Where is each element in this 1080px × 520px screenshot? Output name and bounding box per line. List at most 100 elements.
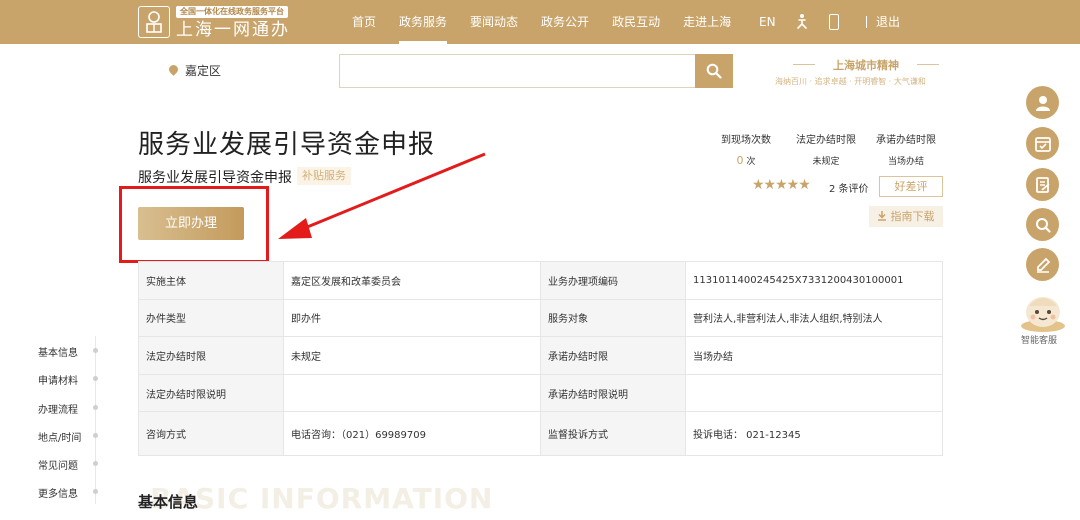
assistant-label[interactable]: 智能客服 (1021, 333, 1057, 346)
magnifier-icon (1035, 217, 1051, 233)
table-row: 实施主体 嘉定区发展和改革委员会 业务办理项编码 11310114002454​… (138, 261, 943, 300)
nav-home[interactable]: 首页 (352, 0, 376, 44)
location-pin-icon (167, 63, 180, 76)
table-key: 服务对象 (540, 298, 686, 338)
table-key: 监督投诉方式 (540, 411, 686, 457)
stat-visits-number: 0 (736, 154, 744, 167)
anchor-label: 办理流程 (38, 404, 78, 416)
anchor-nav: 基本信息 申请材料 办理流程 地点/时间 常见问题 更多信息 (38, 336, 98, 514)
table-row: 法定办结时限 未规定 承诺办结时限 当场办结 (138, 336, 943, 375)
table-row: 办件类型 即办件 服务对象 营利法人,非营利法人,非法人组织,特别法人 (138, 298, 943, 338)
anchor-more-info[interactable]: 更多信息 (38, 485, 98, 513)
pen-icon (1036, 257, 1050, 273)
shanghai-logo-icon[interactable] (138, 6, 170, 38)
nav-divider (866, 16, 867, 28)
anchor-materials[interactable]: 申请材料 (38, 372, 98, 400)
anchor-label: 申请材料 (38, 376, 78, 388)
table-value (283, 373, 541, 413)
table-key: 业务办理项编码 (540, 261, 686, 300)
anchor-basic-info[interactable]: 基本信息 (38, 344, 98, 372)
search-icon (706, 63, 722, 79)
stat-promised-limit: 承诺办结时限 当场办结 (866, 131, 946, 167)
table-key: 咨询方式 (138, 411, 284, 457)
location-select[interactable]: 嘉定区 (185, 62, 221, 79)
anchor-process[interactable]: 办理流程 (38, 401, 98, 429)
service-subtitle: 服务业发展引导资金申报 (138, 170, 292, 186)
user-icon (1035, 95, 1050, 111)
table-value: 电话咨询：（021）69989709 (283, 411, 541, 457)
rating-count[interactable]: 2 条评价 (829, 180, 869, 195)
section-title: 基本信息 (138, 493, 199, 511)
anchor-dot (93, 376, 98, 382)
application-form-button[interactable] (1026, 168, 1059, 201)
table-value: 11310114002454​25X7331200430100001 (685, 261, 943, 300)
nav-gov-open[interactable]: 政务公开 (541, 0, 589, 44)
nav-interaction[interactable]: 政民互动 (612, 0, 660, 44)
logo-subtitle: 全国一体化在线政务服务平台 (176, 6, 288, 18)
table-value (685, 373, 943, 413)
table-value: 嘉定区发展和改革委员会 (283, 261, 541, 300)
stat-legal-limit: 法定办结时限 未规定 (786, 131, 866, 167)
stat-promised-limit-value: 当场办结 (887, 157, 924, 167)
accessibility-icon[interactable] (794, 13, 810, 31)
city-spirit-title: 上海城市精神 (793, 57, 939, 73)
table-key: 法定办结时限说明 (138, 373, 284, 413)
stat-visits-label: 到现场次数 (721, 135, 771, 146)
annotation-highlight-box (119, 186, 269, 263)
exit-link[interactable]: 退出 (876, 0, 900, 44)
document-edit-icon (1035, 176, 1050, 193)
anchor-track (95, 336, 96, 504)
anchor-label: 常见问题 (38, 461, 78, 473)
service-stats: 到现场次数 0 次 法定办结时限 未规定 承诺办结时限 当场办结 (706, 131, 946, 167)
table-key: 承诺办结时限说明 (540, 373, 686, 413)
download-icon (878, 211, 886, 221)
nav-news[interactable]: 要闻动态 (470, 0, 518, 44)
stat-visits-unit: 次 (746, 157, 756, 167)
table-key: 实施主体 (138, 261, 284, 300)
stat-visits: 到现场次数 0 次 (706, 131, 786, 167)
table-key: 法定办结时限 (138, 336, 284, 375)
anchor-dot (93, 348, 98, 353)
calendar-button[interactable] (1026, 127, 1059, 160)
anchor-dot (93, 489, 98, 495)
anchor-label: 更多信息 (38, 489, 78, 501)
table-value: 投诉电话： 021-12345 (685, 411, 943, 457)
feedback-button[interactable] (1026, 248, 1059, 281)
search-button[interactable] (695, 54, 733, 88)
anchor-dot (93, 461, 98, 467)
language-switch[interactable]: EN (759, 0, 776, 44)
anchor-dot (93, 404, 98, 410)
mobile-icon[interactable] (829, 14, 839, 30)
table-key: 办件类型 (138, 298, 284, 338)
table-row: 咨询方式 电话咨询：（021）69989709 监督投诉方式 投诉电话： 021… (138, 411, 943, 457)
anchor-dot (93, 432, 98, 438)
city-spirit-slogan: 海纳百川 · 追求卓越 · 开明睿智 · 大气谦和 (775, 77, 926, 86)
guide-download-button[interactable]: 指南下载 (869, 206, 943, 227)
anchor-label: 基本信息 (38, 348, 78, 359)
stat-promised-limit-label: 承诺办结时限 (876, 135, 936, 146)
table-value: 营利法人,非营利法人,非法人组织,特别法人 (685, 298, 943, 338)
table-value: 当场办结 (685, 336, 943, 375)
guide-download-label: 指南下载 (890, 210, 935, 223)
table-value: 即办件 (283, 298, 541, 338)
anchor-location-time[interactable]: 地点/时间 (38, 429, 98, 457)
main-nav: 首页 政务服务 要闻动态 政务公开 政民互动 走进上海 (352, 0, 754, 44)
nav-gov-services[interactable]: 政务服务 (399, 0, 448, 44)
user-center-button[interactable] (1026, 86, 1059, 119)
nav-about-shanghai[interactable]: 走进上海 (683, 0, 731, 44)
search-input[interactable] (339, 54, 697, 88)
table-value: 未规定 (283, 336, 541, 375)
calendar-icon (1034, 136, 1051, 152)
rating-stars: ★★★★★ (752, 177, 811, 193)
anchor-label: 地点/时间 (38, 432, 82, 444)
top-bar: 全国一体化在线政务服务平台 上海一网通办 首页 政务服务 要闻动态 政务公开 政… (0, 0, 1080, 44)
search-float-button[interactable] (1026, 208, 1059, 241)
anchor-faq[interactable]: 常见问题 (38, 457, 98, 485)
table-key: 承诺办结时限 (540, 336, 686, 375)
logo-title[interactable]: 上海一网通办 (176, 19, 290, 41)
annotation-arrow (278, 152, 486, 239)
assistant-robot-icon[interactable] (1019, 288, 1067, 332)
basic-info-table: 实施主体 嘉定区发展和改革委员会 业务办理项编码 11310114002454​… (138, 261, 943, 457)
table-row: 法定办结时限说明 承诺办结时限说明 (138, 373, 943, 413)
rate-button[interactable]: 好差评 (879, 176, 943, 197)
